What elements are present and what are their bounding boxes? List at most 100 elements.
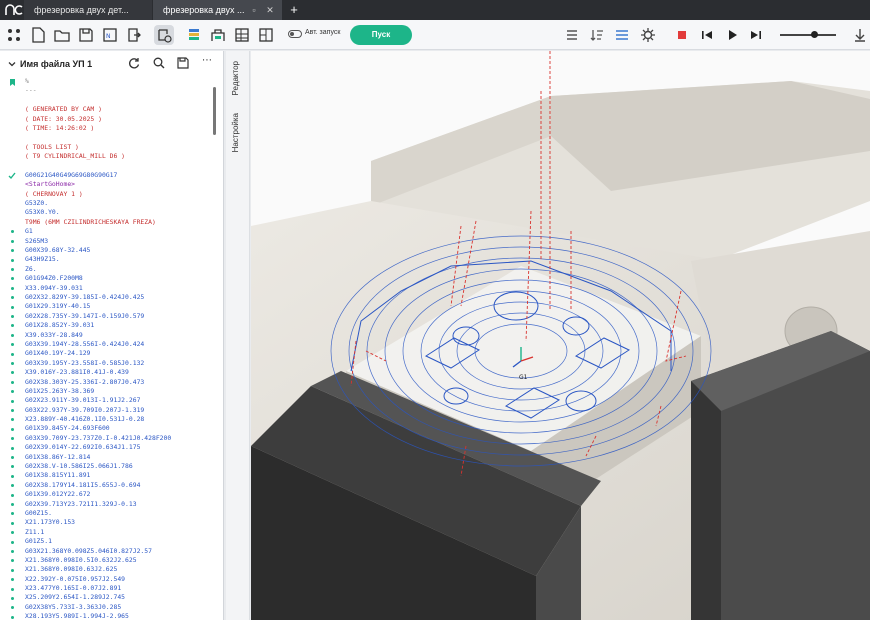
code-line[interactable]: G03X39.709Y-23.737Z0.I-0.421J0.428F200 xyxy=(25,434,211,443)
code-line[interactable] xyxy=(25,133,211,142)
code-line[interactable]: G53X0.Y0. xyxy=(25,208,211,217)
nc-file-icon[interactable]: N xyxy=(100,25,120,45)
list-view-icon[interactable] xyxy=(562,25,582,45)
panel-layout-icon[interactable] xyxy=(256,25,276,45)
code-line[interactable]: X23.889Y-40.416Z0.1I0.531J-0.28 xyxy=(25,415,211,424)
code-line[interactable]: % xyxy=(25,77,211,86)
speed-slider-handle[interactable] xyxy=(810,31,818,38)
tab-window-icon[interactable]: ▫ xyxy=(248,0,260,20)
open-folder-icon[interactable] xyxy=(52,25,72,45)
code-line[interactable] xyxy=(25,162,211,171)
code-line[interactable] xyxy=(25,96,211,105)
tab-settings[interactable]: Настройка xyxy=(231,113,240,152)
code-line[interactable]: ( GENERATED BY CAM ) xyxy=(25,105,211,114)
new-tab-button[interactable]: + xyxy=(287,0,301,20)
code-line[interactable]: G03X22.937Y-39.709I0.207J-1.319 xyxy=(25,406,211,415)
code-line[interactable]: G01X38.815Y11.891 xyxy=(25,471,211,480)
code-line[interactable]: G01X28.852Y-39.031 xyxy=(25,321,211,330)
code-line[interactable]: ( T9 CYLINDRICAL_MILL D6 ) xyxy=(25,152,211,161)
export-icon[interactable] xyxy=(124,25,144,45)
tab-file-2[interactable]: фрезеровка двух ... xyxy=(153,0,282,20)
code-line[interactable]: G01X39.012Y22.672 xyxy=(25,490,211,499)
stop-icon[interactable] xyxy=(672,25,692,45)
code-line[interactable]: G02X38Y5.733I-3.363J0.285 xyxy=(25,603,211,612)
code-line[interactable]: G02X23.911Y-39.013I-1.91J2.267 xyxy=(25,396,211,405)
code-line[interactable]: G01Z5.1 xyxy=(25,537,211,546)
code-line[interactable]: X21.368Y0.098I0.63J2.625 xyxy=(25,565,211,574)
run-button[interactable]: Пуск xyxy=(350,25,412,45)
code-line[interactable]: X28.193Y5.989I-1.994J-2.965 xyxy=(25,612,211,620)
code-line[interactable]: X21.368Y0.098I0.5I0.632J2.625 xyxy=(25,556,211,565)
code-line[interactable]: G53Z0. xyxy=(25,199,211,208)
speed-slider-track[interactable] xyxy=(780,34,836,36)
apps-icon[interactable] xyxy=(4,25,24,45)
code-line[interactable]: G01X40.19Y-24.129 xyxy=(25,349,211,358)
machine-icon[interactable] xyxy=(208,25,228,45)
code-line[interactable]: G03X39.195Y-23.558I-0.585J0.132 xyxy=(25,359,211,368)
code-line[interactable]: G03X39.194Y-28.556I-0.424J0.424 xyxy=(25,340,211,349)
code-line[interactable]: X39.016Y-23.881I0.41J-0.439 xyxy=(25,368,211,377)
sort-icon[interactable] xyxy=(587,25,607,45)
code-line[interactable]: --- xyxy=(25,86,211,95)
line-marker-dot xyxy=(11,456,14,459)
chevron-down-icon[interactable] xyxy=(8,60,16,68)
code-line[interactable]: Z6. xyxy=(25,265,211,274)
code-line[interactable]: X33.094Y-39.031 xyxy=(25,284,211,293)
code-line[interactable]: G00Z15. xyxy=(25,509,211,518)
code-line[interactable]: Z11.1 xyxy=(25,528,211,537)
code-line[interactable]: G02X38.V-10.586I25.066J1.786 xyxy=(25,462,211,471)
skip-forward-icon[interactable] xyxy=(746,25,766,45)
code-line[interactable]: S265M3 xyxy=(25,237,211,246)
code-line[interactable]: X21.173Y0.153 xyxy=(25,518,211,527)
tool-table-icon[interactable] xyxy=(232,25,252,45)
code-line[interactable]: G1 xyxy=(25,227,211,236)
refresh-icon[interactable] xyxy=(127,56,141,70)
code-line[interactable]: <StartGoHome> xyxy=(25,180,211,189)
code-line[interactable]: G01G94Z0.F200M8 xyxy=(25,274,211,283)
tab-close-icon[interactable]: ✕ xyxy=(264,0,276,20)
code-line[interactable]: G01X38.86Y-12.814 xyxy=(25,453,211,462)
code-line[interactable]: X25.209Y2.654I-1.289J2.745 xyxy=(25,593,211,602)
code-line[interactable]: G01X29.319Y-40.15 xyxy=(25,302,211,311)
code-line[interactable]: G43H9Z15. xyxy=(25,255,211,264)
code-line[interactable]: G01X39.845Y-24.693F600 xyxy=(25,424,211,433)
search-icon[interactable] xyxy=(152,56,166,70)
code-line[interactable]: X23.477Y0.165I-0.07J2.891 xyxy=(25,584,211,593)
code-line[interactable]: T9M6 (6MM CZILINDRICHESKAYA FREZA) xyxy=(25,218,211,227)
code-line[interactable]: ( TOOLS LIST ) xyxy=(25,143,211,152)
3d-viewport[interactable]: G1 xyxy=(251,51,870,620)
layers-icon[interactable] xyxy=(184,25,204,45)
new-file-icon[interactable] xyxy=(28,25,48,45)
code-line[interactable]: G00X39.68Y-32.445 xyxy=(25,246,211,255)
code-line[interactable]: ( DATE: 30.05.2025 ) xyxy=(25,115,211,124)
code-line[interactable]: G02X39.014Y-22.692I0.634J1.175 xyxy=(25,443,211,452)
code-line[interactable]: G02X32.829Y-39.185I-0.424J0.425 xyxy=(25,293,211,302)
code-line[interactable]: ( TIME: 14:26:02 ) xyxy=(25,124,211,133)
code-line[interactable]: G00G21G40G49G69G80G90G17 xyxy=(25,171,211,180)
save-file-icon[interactable] xyxy=(176,56,190,70)
settings-gear-icon[interactable] xyxy=(638,25,658,45)
download-icon[interactable] xyxy=(850,25,870,45)
more-options-icon[interactable]: ⋯ xyxy=(202,56,216,70)
code-line[interactable]: G03X21.368Y0.098Z5.046I0.827J2.57 xyxy=(25,547,211,556)
tab-editor[interactable]: Редактор xyxy=(231,61,240,95)
code-line[interactable]: ( CHERNOVAY 1 ) xyxy=(25,190,211,199)
line-marker-dot xyxy=(11,390,14,394)
editor-scrollbar[interactable] xyxy=(213,87,216,135)
tab-file-1[interactable]: фрезеровка двух дет... xyxy=(24,0,152,20)
save-icon[interactable] xyxy=(76,25,96,45)
code-line[interactable]: G02X28.735Y-39.147I-0.159J0.579 xyxy=(25,312,211,321)
code-line[interactable]: G02X38.303Y-25.336I-2.807J0.473 xyxy=(25,378,211,387)
gcode-editor[interactable]: % --- ( GENERATED BY CAM )( DATE: 30.05.20… xyxy=(25,77,211,620)
code-line[interactable]: G02X39.713Y23.721I1.329J-0.13 xyxy=(25,500,211,509)
play-icon[interactable] xyxy=(722,25,742,45)
line-marker-dot xyxy=(11,362,14,365)
code-line[interactable]: X39.033Y-28.849 xyxy=(25,331,211,340)
refresh-file-icon[interactable] xyxy=(154,25,174,45)
code-line[interactable]: G01X25.263Y-38.369 xyxy=(25,387,211,396)
code-line[interactable]: X22.392Y-0.075I0.957J2.549 xyxy=(25,575,211,584)
skip-back-icon[interactable] xyxy=(697,25,717,45)
code-line[interactable]: G02X38.179Y14.181I5.655J-0.694 xyxy=(25,481,211,490)
align-icon[interactable] xyxy=(612,25,632,45)
autostart-toggle[interactable] xyxy=(288,30,302,38)
